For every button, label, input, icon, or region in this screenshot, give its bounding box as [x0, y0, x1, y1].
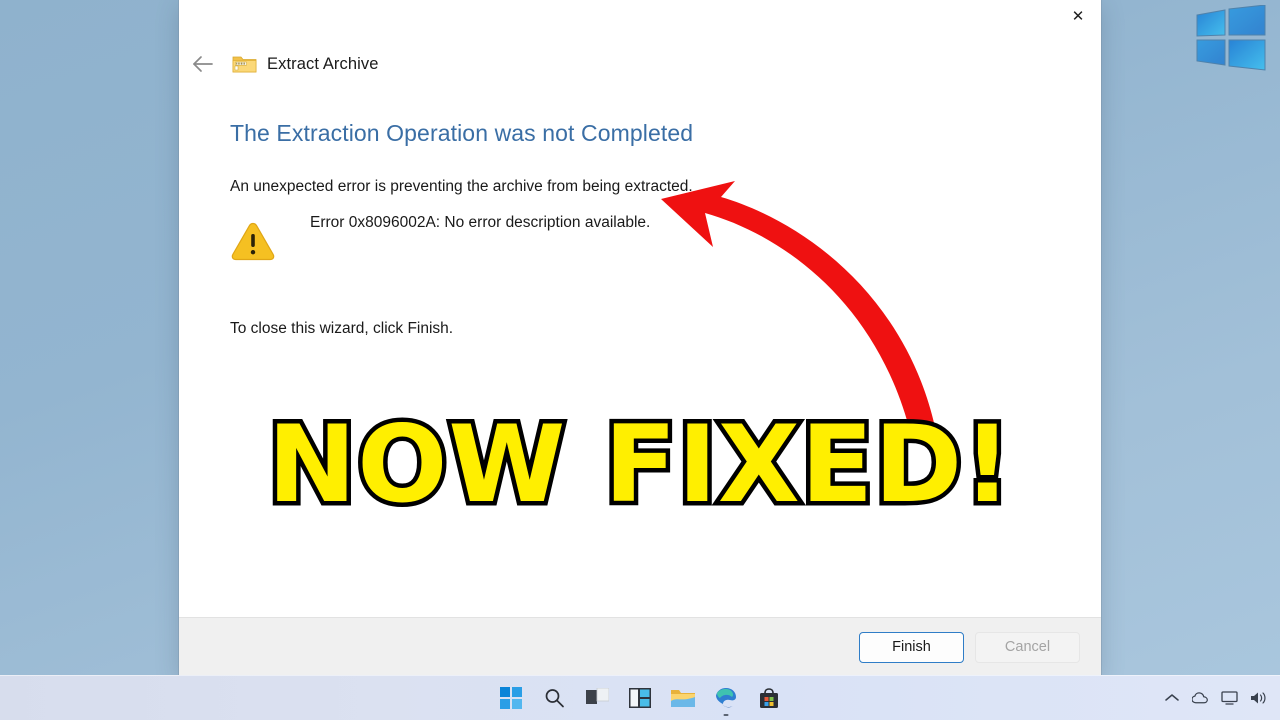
wizard-header: Extract Archive	[179, 32, 1101, 86]
windows-start-icon	[500, 687, 522, 709]
dialog-titlebar: ✕	[179, 0, 1101, 32]
edge-glyph	[716, 688, 736, 708]
network-icon[interactable]	[1221, 690, 1238, 707]
back-arrow-glyph	[193, 56, 213, 72]
task-view-glyph	[585, 688, 609, 704]
windows-logo-watermark	[1196, 5, 1266, 71]
zip-folder-icon	[232, 56, 257, 73]
desktop-screen: ✕ Extract Archive The Extraction Operati…	[0, 0, 1280, 720]
page-title: The Extraction Operation was not Complet…	[230, 120, 694, 146]
taskbar-center-group	[0, 676, 1280, 720]
taskbar	[0, 675, 1280, 720]
dialog-title: Extract Archive	[267, 54, 379, 73]
back-arrow-icon[interactable]	[188, 49, 218, 79]
search-glyph	[545, 689, 564, 708]
task-view-icon[interactable]	[584, 685, 610, 711]
system-tray	[1163, 676, 1267, 720]
error-summary-text: An unexpected error is preventing the ar…	[230, 178, 693, 195]
now-fixed-overlay-text: NOW FIXED!	[263, 403, 1016, 526]
search-icon[interactable]	[541, 685, 567, 711]
warning-triangle-icon	[231, 222, 275, 261]
widgets-icon[interactable]	[627, 685, 653, 711]
error-row: Error 0x8096002A: No error description a…	[230, 214, 1101, 262]
file-explorer-glyph	[671, 690, 695, 707]
app-running-indicator	[723, 714, 729, 716]
microsoft-store-icon[interactable]	[756, 685, 782, 711]
show-hidden-icons-icon[interactable]	[1163, 690, 1180, 707]
cloud-glyph	[1192, 692, 1208, 704]
chevron-up-glyph	[1164, 694, 1179, 701]
speaker-glyph	[1251, 692, 1266, 704]
start-button[interactable]	[498, 685, 524, 711]
monitor-network-glyph	[1221, 691, 1238, 705]
onedrive-cloud-icon[interactable]	[1192, 690, 1209, 707]
dialog-footer: Finish Cancel	[179, 617, 1101, 676]
extract-archive-dialog: ✕ Extract Archive The Extraction Operati…	[179, 0, 1101, 676]
finish-button[interactable]: Finish	[859, 631, 964, 663]
error-code-text: Error 0x8096002A: No error description a…	[310, 214, 651, 231]
close-icon[interactable]: ✕	[1055, 0, 1101, 32]
widgets-glyph	[629, 688, 651, 708]
volume-icon[interactable]	[1250, 690, 1267, 707]
cancel-button: Cancel	[975, 631, 1080, 663]
dialog-body: The Extraction Operation was not Complet…	[179, 86, 1101, 617]
store-glyph	[760, 687, 778, 708]
close-wizard-hint: To close this wizard, click Finish.	[230, 320, 454, 337]
file-explorer-icon[interactable]	[670, 685, 696, 711]
edge-browser-icon[interactable]	[713, 685, 739, 716]
